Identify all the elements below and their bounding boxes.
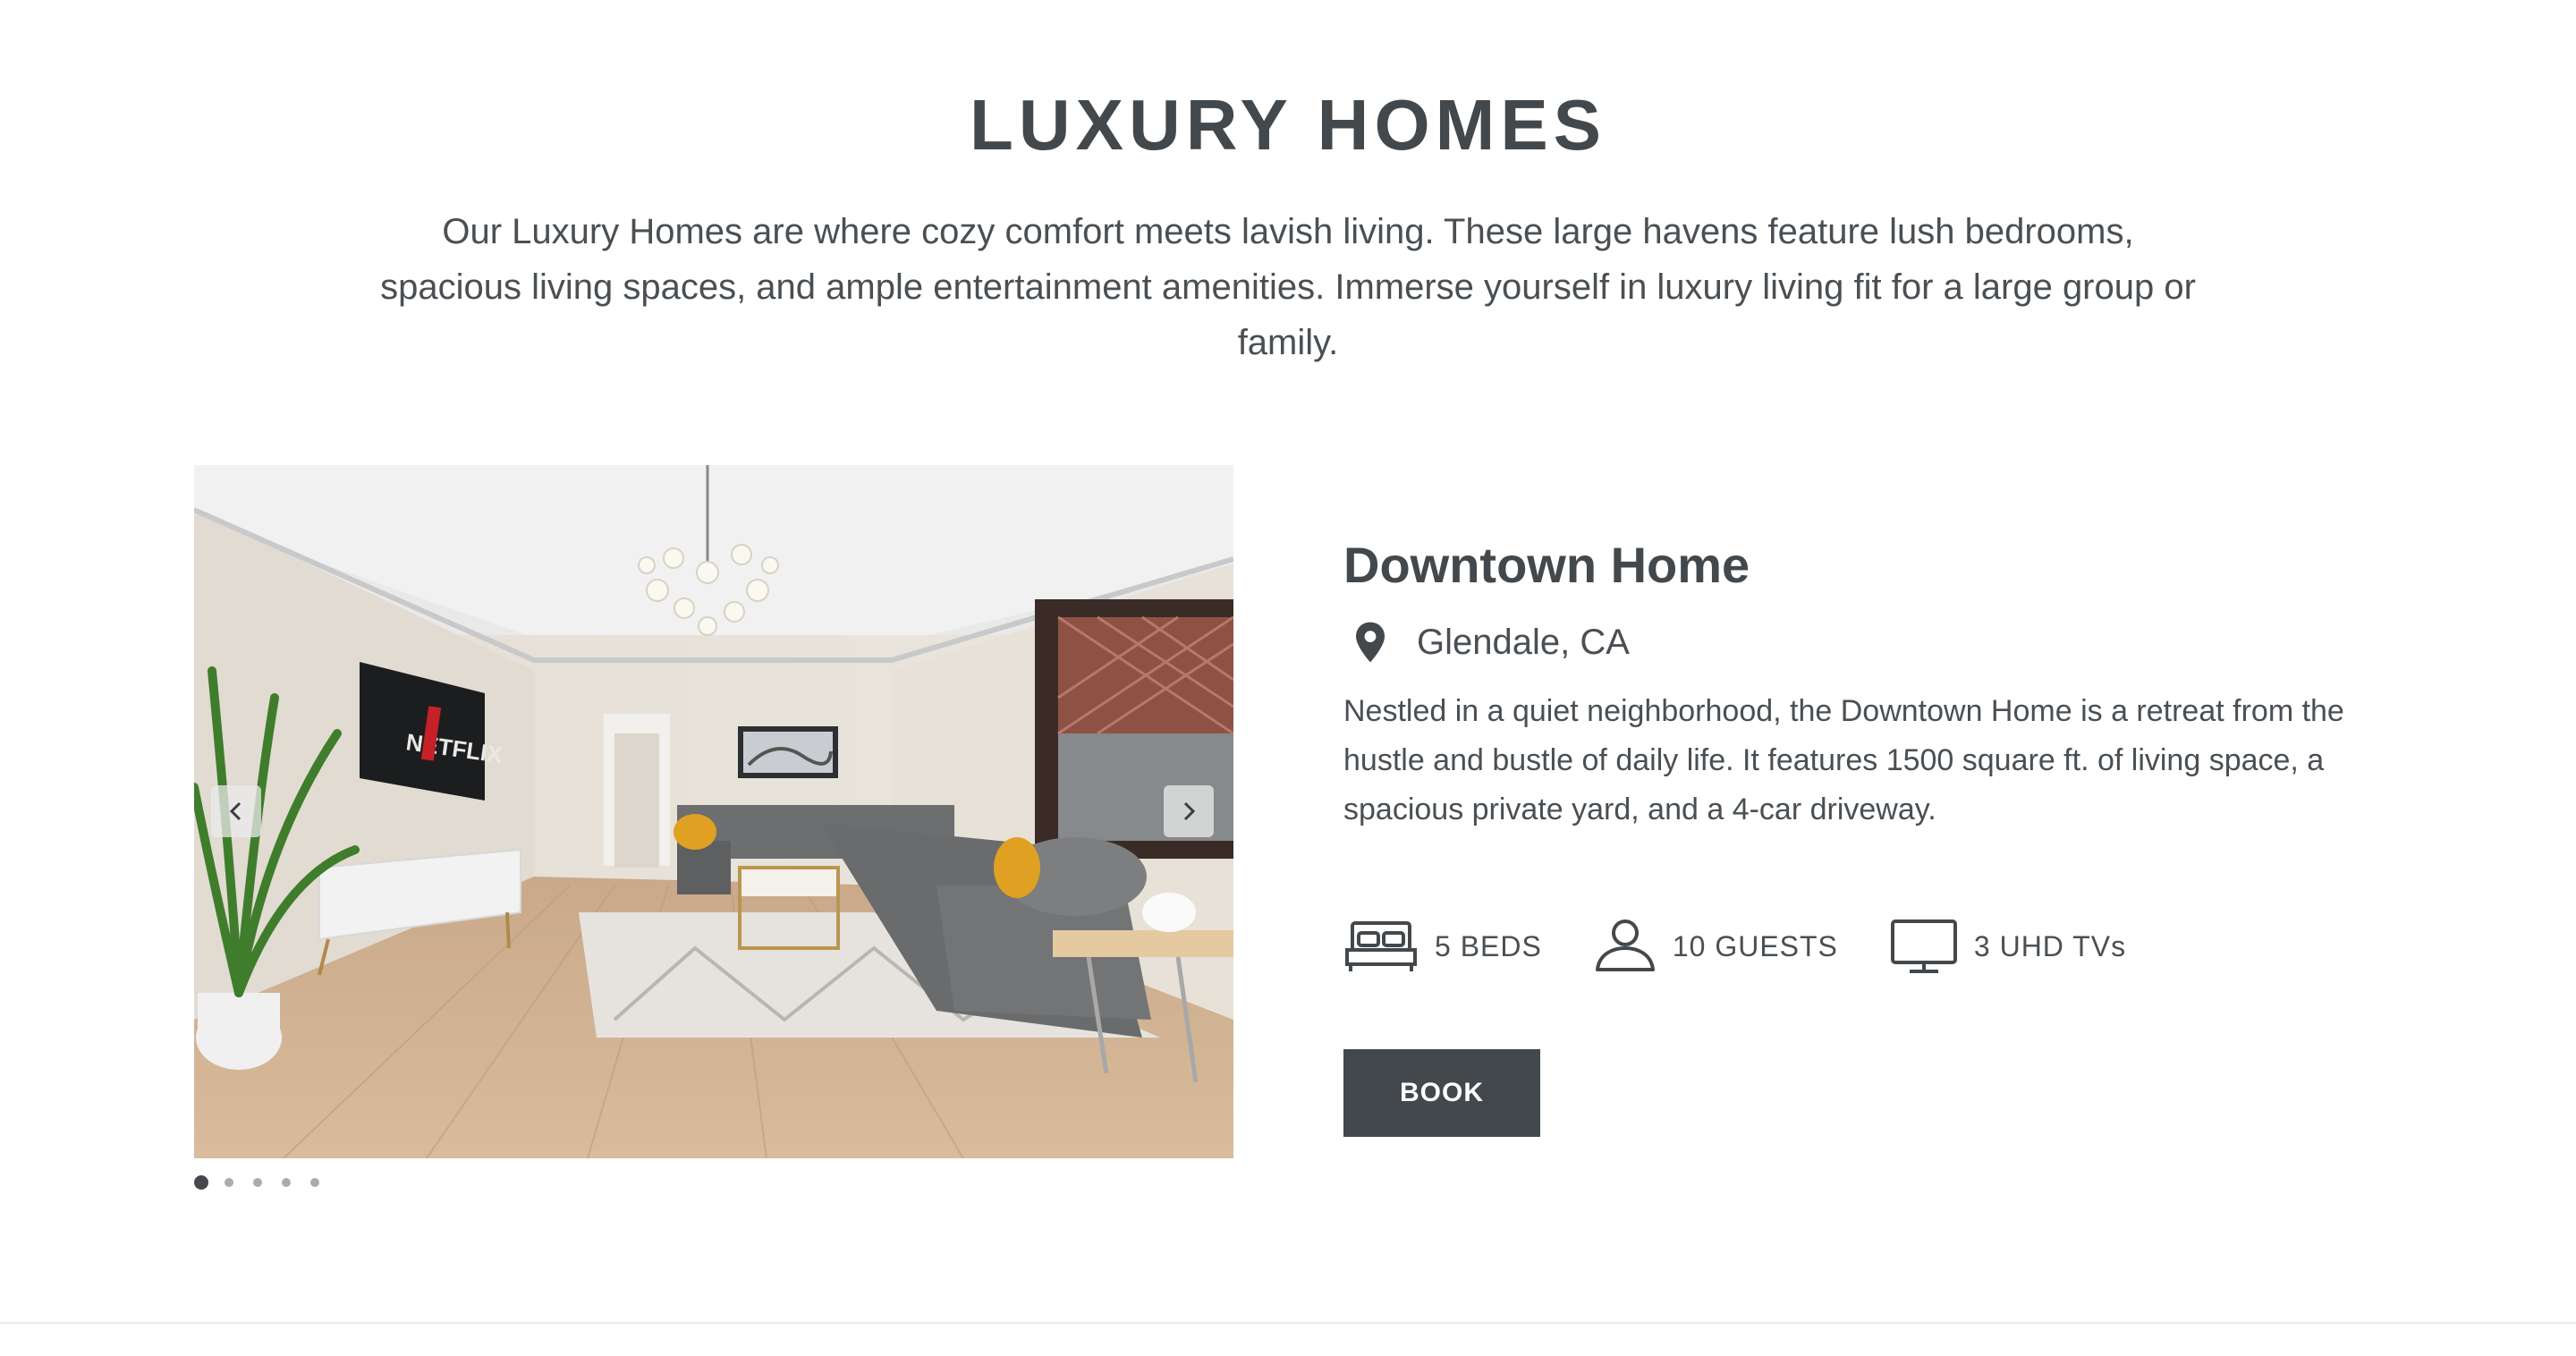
chevron-left-icon	[229, 801, 242, 821]
page: LUXURY HOMES Our Luxury Homes are where …	[0, 0, 2576, 1356]
carousel-dot-3[interactable]	[253, 1178, 262, 1187]
amenity-guests: 10 GUESTS	[1594, 918, 1838, 975]
section-divider	[0, 1322, 2576, 1324]
carousel-pagination	[194, 1174, 339, 1191]
image-carousel[interactable]: NETFLIX	[194, 465, 1233, 1158]
section-title: LUXURY HOMES	[969, 85, 1607, 165]
amenity-tvs-label: 3 UHD TVs	[1973, 929, 2127, 962]
bed-icon	[1345, 921, 1417, 971]
listing-name: Downtown Home	[1343, 537, 1750, 593]
amenity-tvs: 3 UHD TVs	[1890, 918, 2126, 975]
amenity-beds-label: 5 BEDS	[1435, 929, 1542, 962]
listing-location: Glendale, CA	[1343, 617, 2399, 667]
amenity-beds: 5 BEDS	[1343, 918, 1542, 975]
carousel-dot-1[interactable]	[194, 1175, 208, 1190]
carousel-dot-2[interactable]	[225, 1178, 233, 1187]
section-intro: Our Luxury Homes are where cozy comfort …	[380, 212, 2196, 362]
carousel-next-button[interactable]	[1164, 785, 1214, 837]
carousel-dot-4[interactable]	[282, 1178, 291, 1187]
carousel-dot-5[interactable]	[310, 1178, 319, 1187]
map-pin-icon	[1356, 622, 1385, 663]
tv-icon	[1890, 920, 1957, 973]
amenity-guests-label: 10 GUESTS	[1672, 929, 1838, 962]
book-button[interactable]: BOOK	[1343, 1049, 1540, 1137]
amenities-row: 5 BEDS 10 GUESTS 3 UHD TVs	[1343, 915, 2399, 978]
chevron-right-icon	[1183, 801, 1196, 821]
location-text: Glendale, CA	[1417, 622, 1630, 662]
living-room-photo: NETFLIX	[194, 465, 1233, 1158]
listing-details: Downtown Home Glendale, CA Nestled in a …	[1343, 533, 2399, 1137]
carousel-prev-button[interactable]	[211, 785, 261, 837]
listing-description: Nestled in a quiet neighborhood, the Dow…	[1343, 694, 2344, 826]
person-icon	[1595, 920, 1655, 971]
